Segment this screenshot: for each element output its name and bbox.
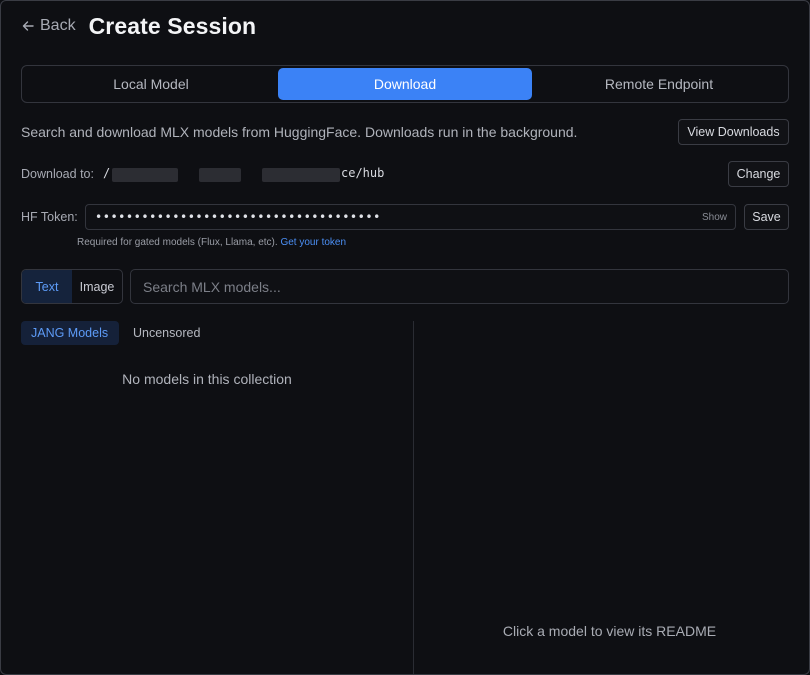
panel-divider	[413, 321, 414, 674]
change-path-button[interactable]: Change	[728, 161, 789, 187]
download-path-start: /	[103, 166, 111, 180]
tab-download[interactable]: Download	[278, 68, 532, 100]
hf-token-field[interactable]: ••••••••••••••••••••••••••••••••••••• Sh…	[85, 204, 736, 230]
redacted-path-segment	[199, 168, 241, 182]
page-title: Create Session	[88, 12, 257, 39]
type-text-button[interactable]: Text	[22, 270, 72, 303]
search-input[interactable]	[130, 269, 789, 304]
hf-token-label: HF Token:	[21, 210, 78, 224]
back-button[interactable]: Back	[21, 17, 76, 35]
empty-collection-message: No models in this collection	[122, 371, 292, 387]
hf-token-value: •••••••••••••••••••••••••••••••••••••	[95, 210, 381, 224]
readme-placeholder: Click a model to view its README	[502, 623, 717, 639]
back-label: Back	[40, 17, 76, 34]
tab-local-model[interactable]: Local Model	[24, 68, 278, 100]
hf-token-hint: Required for gated models (Flux, Llama, …	[77, 237, 346, 248]
mode-tabs: Local Model Download Remote Endpoint	[21, 65, 789, 103]
download-to-label: Download to:	[21, 167, 94, 181]
redacted-path-segment	[112, 168, 178, 182]
save-token-button[interactable]: Save	[744, 204, 789, 230]
header: Back Create Session	[21, 12, 256, 40]
download-description: Search and download MLX models from Hugg…	[21, 124, 578, 140]
model-type-toggle: Text Image	[21, 269, 123, 304]
download-path-end: ce/hub	[341, 166, 385, 180]
hint-text: Required for gated models (Flux, Llama, …	[77, 237, 278, 248]
arrow-left-icon	[21, 19, 35, 33]
tab-remote-endpoint[interactable]: Remote Endpoint	[532, 68, 786, 100]
collection-jang-models[interactable]: JANG Models	[21, 321, 119, 345]
collection-uncensored[interactable]: Uncensored	[123, 321, 210, 345]
redacted-path-segment	[262, 168, 340, 182]
show-token-button[interactable]: Show	[702, 212, 727, 223]
type-image-button[interactable]: Image	[72, 270, 122, 303]
view-downloads-button[interactable]: View Downloads	[678, 119, 789, 145]
get-token-link[interactable]: Get your token	[280, 237, 346, 248]
